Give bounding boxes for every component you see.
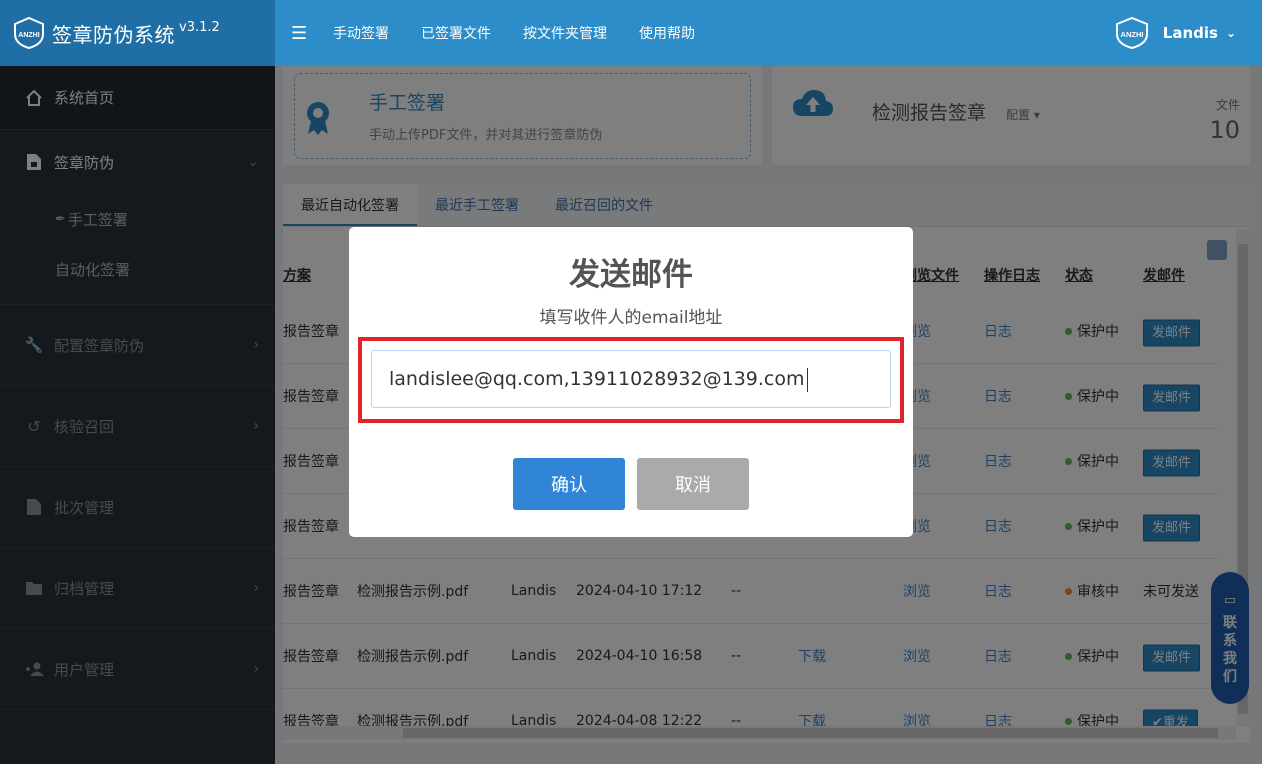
top-bar: ANZHI 签章防伪系统 v3.1.2 ☰ 手动签署 已签署文件 按文件夹管理 … [0,0,1262,66]
email-input-value: landislee@qq.com,13911028932@139.com [389,368,805,390]
brand-version: v3.1.2 [179,19,220,35]
nav-folder-manage[interactable]: 按文件夹管理 [523,23,607,43]
user-menu[interactable]: ANZHI Landis ⌄ [1113,0,1236,66]
menu-toggle-icon[interactable]: ☰ [291,23,311,44]
chevron-down-icon: ⌄ [1225,26,1236,40]
nav-signed-files[interactable]: 已签署文件 [421,23,491,43]
user-logo-icon: ANZHI [1115,16,1148,50]
confirm-button[interactable]: 确认 [513,458,625,510]
nav-help[interactable]: 使用帮助 [639,23,695,43]
cancel-button[interactable]: 取消 [637,458,749,510]
dialog-subtitle: 填写收件人的email地址 [539,308,723,328]
user-name: Landis [1162,24,1218,42]
nav-manual-sign[interactable]: 手动签署 [333,23,389,43]
svg-text:ANZHI: ANZHI [1120,30,1143,39]
email-input[interactable]: landislee@qq.com,13911028932@139.com [371,350,891,408]
svg-text:ANZHI: ANZHI [18,32,39,39]
text-cursor [806,367,808,392]
brand-name: 签章防伪系统 [52,22,175,47]
brand[interactable]: ANZHI 签章防伪系统 v3.1.2 [0,0,275,66]
anzhi-logo-icon: ANZHI [14,16,44,50]
top-nav: 手动签署 已签署文件 按文件夹管理 使用帮助 [333,23,727,43]
dialog-title: 发送邮件 [569,257,693,293]
send-email-dialog: 发送邮件 填写收件人的email地址 landislee@qq.com,1391… [349,227,913,537]
